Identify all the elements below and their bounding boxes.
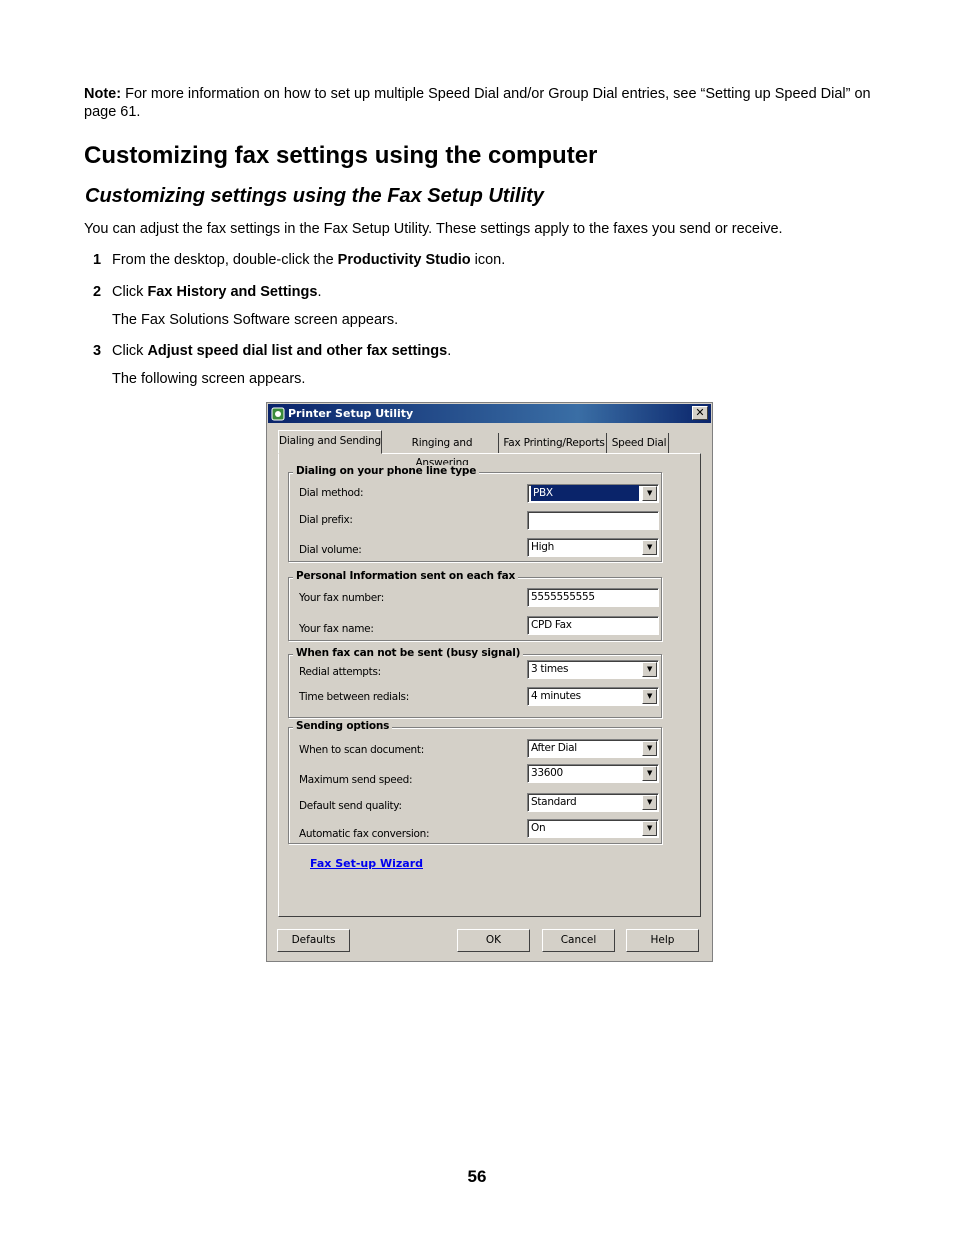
cancel-button[interactable]: Cancel [542,929,615,952]
fax-name-input[interactable]: CPD Fax [527,616,659,635]
close-icon[interactable]: ✕ [692,406,708,420]
max-send-speed-select[interactable]: 33600 ▼ [527,764,659,783]
note-paragraph: Note: For more information on how to set… [84,85,884,121]
dial-volume-value: High [531,541,554,553]
step-text-pre: Click [112,284,148,300]
scan-when-label: When to scan document: [299,744,424,756]
group-dialing-label: Dialing on your phone line type [293,465,480,477]
step-text: From the desktop, double-click the Produ… [112,251,505,269]
chevron-down-icon[interactable]: ▼ [642,689,657,704]
dial-prefix-input[interactable] [527,511,659,530]
dial-prefix-label: Dial prefix: [299,514,353,526]
fax-conversion-select[interactable]: On ▼ [527,819,659,838]
group-sending-options-label: Sending options [293,720,393,732]
fax-conversion-value: On [531,822,546,834]
chevron-down-icon[interactable]: ▼ [642,821,657,836]
send-quality-value: Standard [531,796,577,808]
dial-method-value: PBX [531,485,639,501]
step-text-post: . [317,284,322,300]
step-2-result: The Fax Solutions Software screen appear… [112,312,399,328]
note-text: For more information on how to set up mu… [84,86,871,120]
chevron-down-icon[interactable]: ▼ [642,540,657,555]
fax-name-label: Your fax name: [299,623,374,635]
group-personal-info-label: Personal Information sent on each fax [293,570,519,582]
dial-volume-label: Dial volume: [299,544,362,556]
chevron-down-icon[interactable]: ▼ [642,662,657,677]
page-number: 56 [467,1167,487,1186]
chevron-down-icon[interactable]: ▼ [642,766,657,781]
chevron-down-icon[interactable]: ▼ [642,741,657,756]
max-send-speed-value: 33600 [531,767,563,779]
dialog-titlebar[interactable]: Printer Setup Utility ✕ [268,404,711,423]
send-quality-select[interactable]: Standard ▼ [527,793,659,812]
step-text-bold: Productivity Studio [337,252,471,268]
fax-number-input[interactable]: 5555555555 [527,588,659,607]
redial-attempts-select[interactable]: 3 times ▼ [527,660,659,679]
dial-method-label: Dial method: [299,487,364,499]
time-between-redials-select[interactable]: 4 minutes ▼ [527,687,659,706]
step-2: 2 Click Fax History and Settings. [93,283,322,301]
time-between-redials-label: Time between redials: [299,691,409,703]
step-text: Click Fax History and Settings. [112,283,322,301]
help-button[interactable]: Help [626,929,699,952]
step-text-pre: From the desktop, double-click the [112,252,338,268]
tab-speed-dial[interactable]: Speed Dial [610,433,669,454]
step-text-post: icon. [470,252,506,268]
dial-method-select[interactable]: PBX ▼ [527,484,659,503]
step-3-result: The following screen appears. [112,371,306,387]
step-number: 1 [93,252,102,268]
send-quality-label: Default send quality: [299,800,402,812]
tab-panel: Dialing on your phone line type Dial met… [278,453,701,917]
fax-conversion-label: Automatic fax conversion: [299,828,430,840]
app-icon [271,406,285,421]
tab-dialing-and-sending[interactable]: Dialing and Sending [278,430,382,454]
tab-ringing-and-answering[interactable]: Ringing and Answering [386,433,499,469]
step-text-post: . [447,343,452,359]
redial-attempts-label: Redial attempts: [299,666,381,678]
note-label: Note: [84,86,122,102]
printer-setup-dialog: Printer Setup Utility ✕ Dialing and Send… [266,402,713,962]
step-3: 3 Click Adjust speed dial list and other… [93,342,451,360]
step-1: 1 From the desktop, double-click the Pro… [93,251,505,269]
step-text-pre: Click [112,343,148,359]
max-send-speed-label: Maximum send speed: [299,774,413,786]
chevron-down-icon[interactable]: ▼ [642,486,657,501]
ok-button[interactable]: OK [457,929,530,952]
intro-paragraph: You can adjust the fax settings in the F… [84,221,783,237]
scan-when-select[interactable]: After Dial ▼ [527,739,659,758]
tab-fax-printing-reports[interactable]: Fax Printing/Reports [502,433,607,454]
chevron-down-icon[interactable]: ▼ [642,795,657,810]
scan-when-value: After Dial [531,742,577,754]
redial-attempts-value: 3 times [531,663,569,675]
step-text: Click Adjust speed dial list and other f… [112,342,451,360]
step-text-bold: Adjust speed dial list and other fax set… [147,343,448,359]
fax-number-label: Your fax number: [299,592,384,604]
dialog-title: Printer Setup Utility [288,407,414,420]
fax-setup-wizard-link[interactable]: Fax Set-up Wizard [310,857,423,870]
step-number: 3 [93,343,102,359]
dial-volume-select[interactable]: High ▼ [527,538,659,557]
section-heading: Customizing fax settings using the compu… [84,142,598,169]
group-busy-signal-label: When fax can not be sent (busy signal) [293,647,524,659]
time-between-redials-value: 4 minutes [531,690,581,702]
step-number: 2 [93,284,102,300]
subsection-heading: Customizing settings using the Fax Setup… [85,185,544,207]
defaults-button[interactable]: Defaults [277,929,350,952]
step-text-bold: Fax History and Settings [147,284,318,300]
